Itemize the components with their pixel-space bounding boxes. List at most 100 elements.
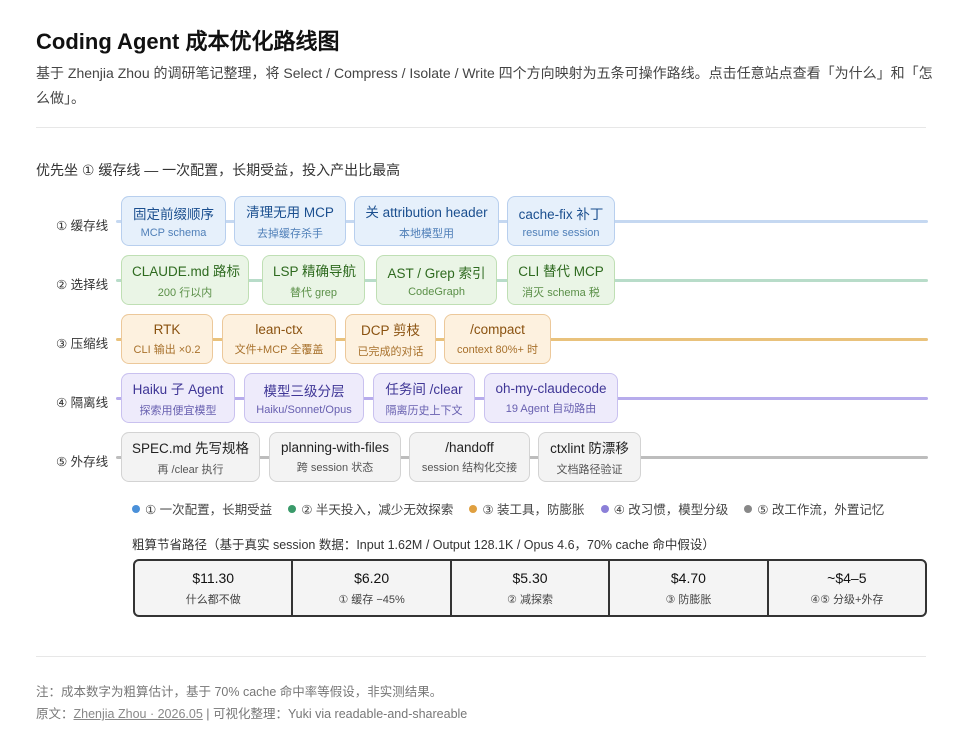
- footer-credit: 原文：Zhenjia Zhou · 2026.05 | 可视化整理：Yuki v…: [36, 703, 467, 722]
- station-subtitle: CLI 输出 ×0.2: [133, 343, 201, 356]
- station-title: LSP 精确导航: [273, 264, 357, 279]
- station[interactable]: 清理无用 MCP 去掉缓存杀手: [234, 196, 346, 246]
- station-title: /compact: [470, 321, 525, 337]
- station-title: lean-ctx: [255, 321, 303, 337]
- legend-dot: [132, 504, 140, 513]
- station-title: DCP 剪枝: [360, 323, 420, 338]
- savings-title: 粗算节省路径（基于真实 session 数据：Input 1.62M / Out…: [132, 538, 715, 552]
- station[interactable]: CLAUDE.md 路标 200 行以内: [121, 255, 249, 305]
- station-title: /handoff: [445, 439, 494, 455]
- savings-value: $11.30: [192, 569, 235, 586]
- station[interactable]: Haiku 子 Agent 探索用便宜模型: [121, 373, 235, 423]
- line-label: ④ 隔离线: [56, 396, 109, 410]
- station-subtitle: 跨 session 状态: [296, 461, 374, 474]
- station-subtitle: resume session: [522, 227, 600, 239]
- savings-path: $11.30 什么都不做 $6.20 ① 缓存 −45% $5.30 ② 减探索…: [133, 559, 927, 617]
- station[interactable]: cache-fix 补丁 resume session: [507, 196, 615, 246]
- station-subtitle: 探索用便宜模型: [139, 405, 217, 417]
- line-label: ② 选择线: [56, 278, 109, 292]
- savings-value: $6.20: [354, 569, 390, 586]
- station-title: ctxlint 防漂移: [550, 441, 629, 456]
- savings-cell: $5.30 ② 减探索: [452, 561, 611, 615]
- station-subtitle: 消灭 schema 税: [522, 287, 600, 299]
- line-compress: ③ 压缩线 RTK CLI 输出 ×0.2 lean-ctx 文件+MCP 全覆…: [0, 314, 960, 368]
- savings-label: ③ 防膨胀: [665, 593, 712, 606]
- legend-dot: [744, 504, 753, 513]
- station-title: 任务间 /clear: [385, 382, 463, 397]
- station[interactable]: oh-my-claudecode 19 Agent 自动路由: [484, 373, 618, 423]
- station-title: Haiku 子 Agent: [132, 382, 224, 397]
- legend-dot: [600, 504, 609, 513]
- station[interactable]: RTK CLI 输出 ×0.2: [121, 314, 213, 364]
- source-suffix: | 可视化整理：Yuki via readable-and-shareable: [202, 707, 468, 721]
- station-title: SPEC.md 先写规格: [132, 441, 250, 456]
- station[interactable]: lean-ctx 文件+MCP 全覆盖: [222, 314, 336, 364]
- station-title: CLI 替代 MCP: [518, 264, 604, 279]
- source-link[interactable]: Zhenjia Zhou · 2026.05: [74, 707, 203, 721]
- station[interactable]: AST / Grep 索引 CodeGraph: [376, 255, 497, 305]
- legend-item: ③ 装工具，防膨胀: [469, 499, 585, 518]
- savings-cell: $6.20 ① 缓存 −45%: [293, 561, 452, 615]
- station[interactable]: planning-with-files 跨 session 状态: [269, 432, 401, 482]
- legend: ① 一次配置，长期受益 ② 半天投入，减少无效探索 ③ 装工具，防膨胀 ④ 改习…: [132, 499, 884, 518]
- station-subtitle: 200 行以内: [157, 287, 213, 299]
- station-title: 固定前缀顺序: [133, 207, 214, 222]
- station-title: cache-fix 补丁: [518, 207, 604, 222]
- station-title: CLAUDE.md 路标: [132, 264, 241, 279]
- station[interactable]: 关 attribution header 本地模型用: [354, 196, 499, 246]
- station[interactable]: 模型三级分层 Haiku/Sonnet/Opus: [244, 373, 364, 423]
- top-divider: [36, 127, 926, 128]
- legend-item: ② 半天投入，减少无效探索: [288, 499, 453, 518]
- line-label: ③ 压缩线: [56, 337, 109, 351]
- savings-value: ~$4–5: [827, 569, 867, 586]
- station-title: oh-my-claudecode: [495, 380, 607, 396]
- station[interactable]: /handoff session 结构化交接: [409, 432, 530, 482]
- footer-note: 注：成本数字为粗算估计，基于 70% cache 命中率等假设，非实测结果。: [36, 685, 443, 699]
- station[interactable]: /compact context 80%+ 时: [444, 314, 551, 364]
- station-subtitle: CodeGraph: [408, 286, 465, 298]
- savings-label: 什么都不做: [185, 593, 241, 606]
- legend-label: ③ 装工具，防膨胀: [482, 503, 585, 517]
- station-title: 清理无用 MCP: [246, 205, 334, 220]
- station-title: planning-with-files: [280, 439, 390, 455]
- station-subtitle: 本地模型用: [399, 228, 454, 240]
- legend-label: ⑤ 改工作流，外置记忆: [757, 503, 885, 517]
- station-title: 模型三级分层: [263, 384, 345, 399]
- source-prefix: 原文：: [36, 707, 74, 721]
- savings-cell: $11.30 什么都不做: [135, 561, 294, 615]
- savings-cell: ~$4–5 ④⑤ 分级+外存: [769, 561, 925, 615]
- station-title: 关 attribution header: [365, 205, 488, 220]
- station[interactable]: 固定前缀顺序 MCP schema: [121, 196, 226, 246]
- station-subtitle: 再 /clear 执行: [157, 464, 224, 476]
- station-subtitle: 已完成的对话: [357, 346, 424, 358]
- station[interactable]: SPEC.md 先写规格 再 /clear 执行: [121, 432, 260, 482]
- page-subtitle: 基于 Zhenjia Zhou 的调研笔记整理，将 Select / Compr…: [36, 65, 933, 106]
- line-label: ⑤ 外存线: [56, 455, 109, 469]
- legend-dot: [469, 504, 478, 513]
- legend-item: ① 一次配置，长期受益: [132, 499, 272, 518]
- savings-cell: $4.70 ③ 防膨胀: [610, 561, 769, 615]
- legend-item: ⑤ 改工作流，外置记忆: [744, 499, 884, 518]
- line-label: ① 缓存线: [56, 219, 109, 233]
- station-subtitle: 隔离历史上下文: [385, 405, 463, 417]
- station-title: RTK: [153, 321, 181, 337]
- station-subtitle: 19 Agent 自动路由: [505, 402, 597, 415]
- legend-label: ① 一次配置，长期受益: [145, 503, 273, 517]
- line-isolate: ④ 隔离线 Haiku 子 Agent 探索用便宜模型 模型三级分层 Haiku…: [0, 373, 960, 427]
- legend-label: ② 半天投入，减少无效探索: [301, 503, 454, 517]
- station-subtitle: session 结构化交接: [421, 461, 518, 474]
- savings-value: $5.30: [512, 569, 548, 586]
- station[interactable]: LSP 精确导航 替代 grep: [262, 255, 365, 305]
- savings-label: ① 缓存 −45%: [338, 593, 405, 606]
- bottom-divider: [36, 656, 926, 657]
- legend-dot: [288, 504, 297, 513]
- legend-label: ④ 改习惯，模型分级: [613, 503, 729, 517]
- station[interactable]: 任务间 /clear 隔离历史上下文: [373, 373, 475, 423]
- legend-item: ④ 改习惯，模型分级: [600, 499, 729, 518]
- station[interactable]: ctxlint 防漂移 文档路径验证: [538, 432, 641, 482]
- savings-label: ④⑤ 分级+外存: [810, 593, 884, 606]
- station[interactable]: CLI 替代 MCP 消灭 schema 税: [507, 255, 615, 305]
- page-title: Coding Agent 成本优化路线图: [36, 29, 340, 54]
- station[interactable]: DCP 剪枝 已完成的对话: [345, 314, 436, 364]
- line-cache: ① 缓存线 固定前缀顺序 MCP schema 清理无用 MCP 去掉缓存杀手 …: [0, 196, 960, 250]
